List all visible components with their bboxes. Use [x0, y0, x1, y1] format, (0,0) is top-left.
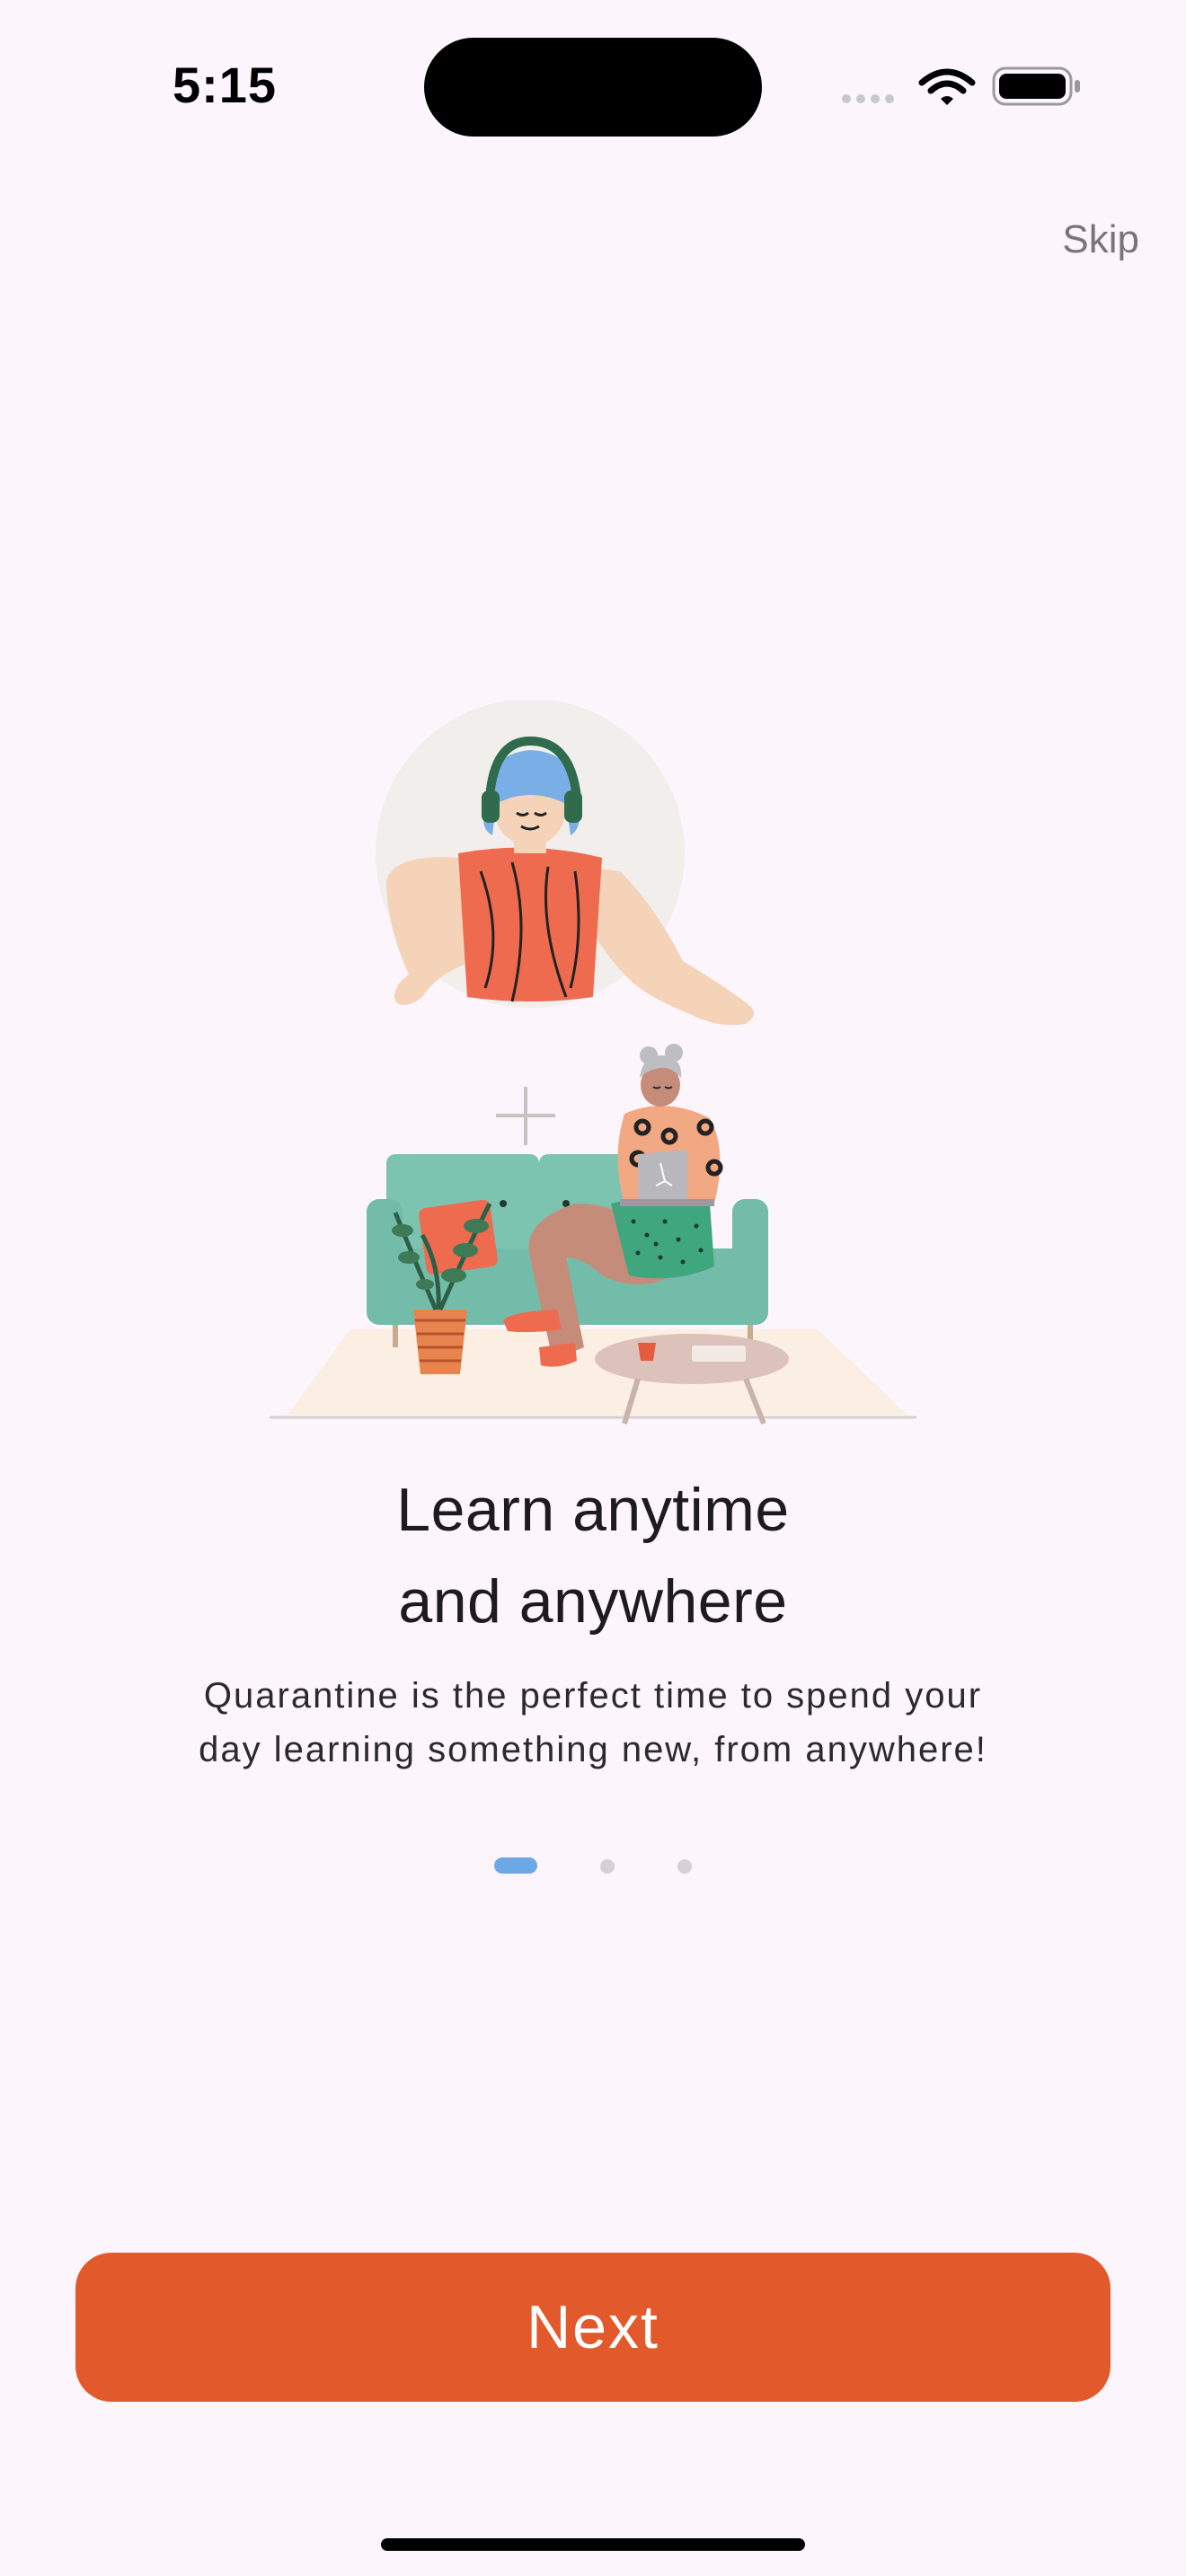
- page-dot-1[interactable]: [494, 1857, 537, 1874]
- page-dot-3[interactable]: [677, 1859, 692, 1874]
- cellular-signal-icon: [842, 94, 894, 103]
- wifi-icon: [918, 68, 976, 105]
- page-dot-2[interactable]: [600, 1859, 615, 1874]
- onboarding-description: Quarantine is the perfect time to spend …: [0, 1669, 1186, 1777]
- sparkle-decoration: [496, 1087, 555, 1145]
- status-icons: [836, 63, 1087, 108]
- home-indicator[interactable]: [381, 2538, 805, 2551]
- skip-button[interactable]: Skip: [1062, 217, 1139, 262]
- next-button[interactable]: Next: [75, 2253, 1111, 2402]
- description-line-1: Quarantine is the perfect time to spend …: [203, 1676, 983, 1716]
- rug: [288, 1329, 907, 1415]
- title-line-1: Learn anytime: [396, 1476, 790, 1544]
- page-indicator: [0, 1857, 1186, 1875]
- battery-icon: [992, 66, 1080, 106]
- onboarding-title: Learn anytime and anywhere: [0, 1464, 1186, 1647]
- title-line-2: and anywhere: [398, 1567, 788, 1636]
- status-bar: 5:15: [0, 0, 1186, 171]
- description-line-2: day learning something new, from anywher…: [199, 1730, 987, 1769]
- onboarding-illustration: [261, 699, 925, 1428]
- status-time: 5:15: [172, 57, 278, 113]
- headphone-woman-illustration: [376, 699, 754, 1026]
- dynamic-island: [424, 38, 762, 137]
